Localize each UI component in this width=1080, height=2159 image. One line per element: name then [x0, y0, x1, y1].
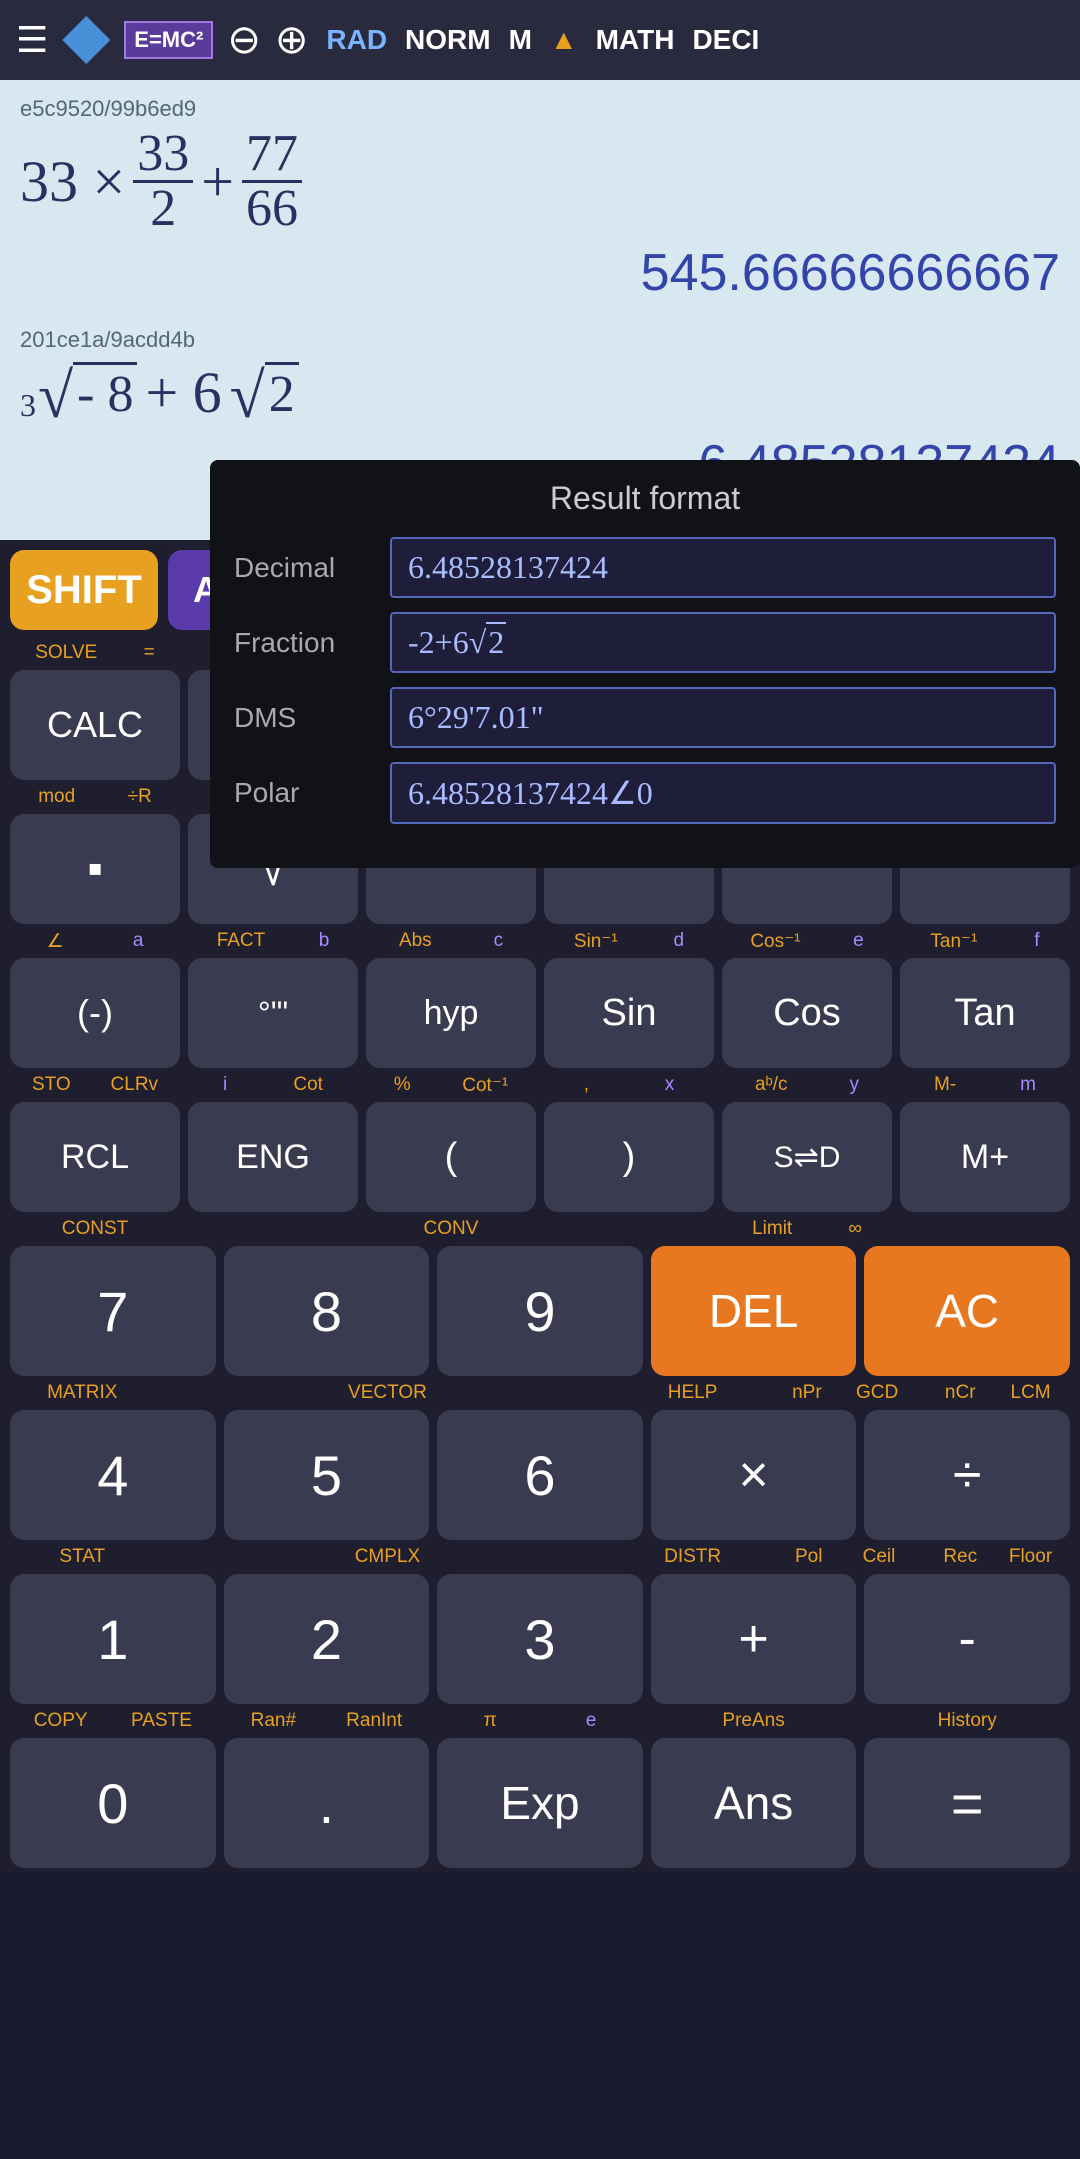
row6-labels: MATRIX VECTOR HELP nPr GCD nCr LCM — [0, 1380, 1080, 1406]
eng-button[interactable]: ENG — [188, 1102, 358, 1212]
btn-row-3: (-) °'" hyp Sin Cos Tan — [0, 954, 1080, 1072]
square-button[interactable]: ▪ — [10, 814, 180, 924]
format-row-decimal: Decimal 6.48528137424 — [234, 537, 1056, 598]
btn-4[interactable]: 4 — [10, 1410, 216, 1540]
calc-button[interactable]: CALC — [10, 670, 180, 780]
rparen-button[interactable]: ) — [544, 1102, 714, 1212]
entry1-id: e5c9520/99b6ed9 — [20, 96, 1060, 122]
btn-5[interactable]: 5 — [224, 1410, 430, 1540]
menu-icon[interactable]: ☰ — [16, 19, 48, 61]
btn-7[interactable]: 7 — [10, 1246, 216, 1376]
mode-rad[interactable]: RAD — [326, 24, 387, 56]
cos-button[interactable]: Cos — [722, 958, 892, 1068]
entry2-cbrt: 3 √ - 8 — [20, 362, 137, 424]
result-format-popup: Result format Decimal 6.48528137424 Frac… — [210, 460, 1080, 868]
btn-2[interactable]: 2 — [224, 1574, 430, 1704]
entry1-frac1: 33 2 — [133, 128, 193, 235]
btn-9[interactable]: 9 — [437, 1246, 643, 1376]
popup-title: Result format — [234, 480, 1056, 517]
format-label-polar: Polar — [234, 777, 374, 809]
btn-row-4: RCL ENG ( ) S⇌D M+ — [0, 1098, 1080, 1216]
del-button[interactable]: DEL — [651, 1246, 857, 1376]
format-label-dms: DMS — [234, 702, 374, 734]
format-label-decimal: Decimal — [234, 552, 374, 584]
entry2-id: 201ce1a/9acdd4b — [20, 327, 1060, 353]
lparen-button[interactable]: ( — [366, 1102, 536, 1212]
exp-button[interactable]: Exp — [437, 1738, 643, 1868]
format-value-dms[interactable]: 6°29'7.01" — [390, 687, 1056, 748]
sd-button[interactable]: S⇌D — [722, 1102, 892, 1212]
format-row-dms: DMS 6°29'7.01" — [234, 687, 1056, 748]
tan-button[interactable]: Tan — [900, 958, 1070, 1068]
mode-m[interactable]: M — [509, 24, 532, 56]
calc-label: SOLVE = — [10, 641, 180, 665]
row8-labels: COPY PASTE Ran# RanInt π e PreAns Histor… — [0, 1708, 1080, 1734]
format-value-decimal[interactable]: 6.48528137424 — [390, 537, 1056, 598]
format-label-fraction: Fraction — [234, 627, 374, 659]
btn-0[interactable]: 0 — [10, 1738, 216, 1868]
row5-labels: CONST CONV Limit ∞ — [0, 1216, 1080, 1242]
sin-button[interactable]: Sin — [544, 958, 714, 1068]
dms-button[interactable]: °'" — [188, 958, 358, 1068]
plus-button[interactable]: + — [651, 1574, 857, 1704]
format-row-fraction: Fraction -2+6√2 — [234, 612, 1056, 673]
shift-button[interactable]: SHIFT — [10, 550, 158, 630]
btn-row-8: 0 . Exp Ans = — [0, 1734, 1080, 1872]
row4-labels: STO CLRv i Cot % Cot⁻¹ , x aᵇ/c y M- m — [0, 1072, 1080, 1098]
btn-6[interactable]: 6 — [437, 1410, 643, 1540]
hyp-button[interactable]: hyp — [366, 958, 536, 1068]
entry1-result: 545.66666666667 — [20, 243, 1060, 303]
minus-circle-icon[interactable]: ⊖ — [227, 17, 261, 63]
display-area: e5c9520/99b6ed9 33 × 33 2 + 77 66 545.66… — [0, 80, 1080, 540]
multiply-button[interactable]: × — [651, 1410, 857, 1540]
mode-deci[interactable]: DECI — [692, 24, 759, 56]
mplus-button[interactable]: M+ — [900, 1102, 1070, 1212]
equals-button[interactable]: = — [864, 1738, 1070, 1868]
toolbar: ☰ E=MC² ⊖ ⊕ RAD NORM M ▲ MATH DECI — [0, 0, 1080, 80]
divide-button[interactable]: ÷ — [864, 1410, 1070, 1540]
format-value-fraction[interactable]: -2+6√2 — [390, 612, 1056, 673]
entry2-plus: + 6 — [145, 359, 221, 426]
diamond-icon — [62, 16, 110, 64]
format-value-polar[interactable]: 6.48528137424∠0 — [390, 762, 1056, 824]
negate-button[interactable]: (-) — [10, 958, 180, 1068]
entry2-expr: 3 √ - 8 + 6 √ 2 — [20, 359, 1060, 426]
ans-button[interactable]: Ans — [651, 1738, 857, 1868]
entry1-coeff: 33 × — [20, 148, 125, 215]
btn-3[interactable]: 3 — [437, 1574, 643, 1704]
mode-norm[interactable]: NORM — [405, 24, 491, 56]
display-entry-1: e5c9520/99b6ed9 33 × 33 2 + 77 66 545.66… — [20, 96, 1060, 303]
mode-triangle: ▲ — [550, 24, 578, 56]
ac-button[interactable]: AC — [864, 1246, 1070, 1376]
btn-row-6: 4 5 6 × ÷ — [0, 1406, 1080, 1544]
plus-circle-icon[interactable]: ⊕ — [275, 17, 309, 63]
btn-1[interactable]: 1 — [10, 1574, 216, 1704]
entry2-sqrt: √ 2 — [230, 362, 299, 424]
minus-button[interactable]: - — [864, 1574, 1070, 1704]
angle-labels-row: ∠ a FACT b Abs c Sin⁻¹ d Cos⁻¹ e Tan⁻¹ f — [0, 928, 1080, 954]
entry1-expr: 33 × 33 2 + 77 66 — [20, 128, 1060, 235]
decimal-button[interactable]: . — [224, 1738, 430, 1868]
emc-icon: E=MC² — [124, 21, 213, 59]
rcl-button[interactable]: RCL — [10, 1102, 180, 1212]
btn-row-7: 1 2 3 + - — [0, 1570, 1080, 1708]
mode-math[interactable]: MATH — [596, 24, 675, 56]
btn-row-5: 7 8 9 DEL AC — [0, 1242, 1080, 1380]
format-row-polar: Polar 6.48528137424∠0 — [234, 762, 1056, 824]
entry1-frac2: 77 66 — [242, 128, 302, 235]
btn-8[interactable]: 8 — [224, 1246, 430, 1376]
entry1-plus: + — [201, 148, 234, 215]
row7-labels: STAT CMPLX DISTR Pol Ceil Rec Floor — [0, 1544, 1080, 1570]
